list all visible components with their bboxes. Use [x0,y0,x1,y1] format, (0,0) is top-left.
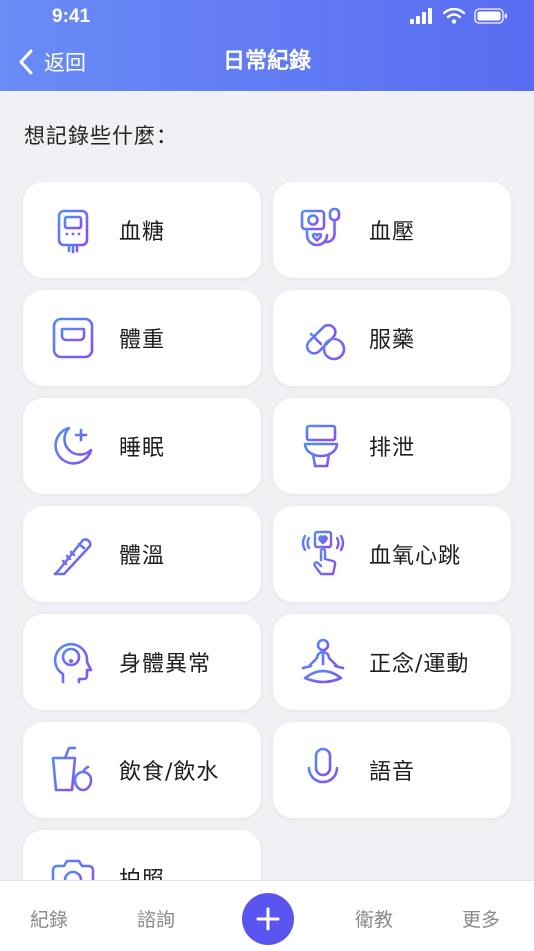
meditation-icon [301,638,345,684]
add-record-button[interactable] [242,893,294,945]
record-item-temperature[interactable]: 體溫 [23,506,261,602]
record-item-label: 睡眠 [119,436,166,461]
head-alert-icon [53,642,93,684]
record-item-photo[interactable]: 拍照 [23,830,261,880]
record-item-label: 血壓 [369,220,416,245]
tab-education[interactable]: 衛教 [355,905,393,932]
signal-icon [410,8,432,24]
record-item-medication[interactable]: 服藥 [273,290,511,386]
record-item-blood-glucose[interactable]: 血糖 [23,182,261,278]
record-item-blood-pressure[interactable]: 血壓 [273,182,511,278]
record-item-label: 語音 [369,760,416,785]
glucose-meter-icon [57,209,89,254]
page-title: 日常紀錄 [222,49,311,74]
record-item-label: 體重 [119,328,166,353]
moon-icon [54,426,93,465]
tab-consult[interactable]: 諮詢 [137,905,175,932]
battery-icon [474,8,507,24]
record-item-diet-water[interactable]: 飲食/飲水 [23,722,261,818]
record-item-label: 飲食/飲水 [119,760,220,785]
record-item-label: 血氧心跳 [369,544,462,569]
record-item-weight[interactable]: 體重 [23,290,261,386]
record-item-sleep[interactable]: 睡眠 [23,398,261,494]
oximeter-icon [301,530,345,576]
blood-pressure-icon [300,207,341,247]
tab-records[interactable]: 紀錄 [30,905,68,932]
camera-icon [51,859,95,880]
record-item-label: 服藥 [369,328,416,353]
record-item-voice[interactable]: 語音 [273,722,511,818]
record-item-label: 血糖 [119,220,166,245]
microphone-icon [307,747,339,793]
record-item-label: 體溫 [119,544,166,569]
header-bar: 9:41 返回 日常紀錄 [0,0,534,91]
scale-icon [52,317,94,359]
record-item-label: 拍照 [119,862,165,880]
tab-more[interactable]: 更多 [462,905,500,932]
pill-icon [305,323,346,361]
record-item-mindfulness-exercise[interactable]: 正念/運動 [273,614,511,710]
record-item-label: 身體異常 [119,652,212,677]
record-item-oxygen-heartrate[interactable]: 血氧心跳 [273,506,511,602]
record-item-label: 排泄 [369,436,416,461]
thermometer-icon [53,538,92,576]
record-type-grid: 血糖 血壓 體重 服藥 睡眠 排泄 體溫 血氧心跳 身體異常 正念/運動 飲食/… [0,182,534,880]
toilet-icon [303,424,341,468]
wifi-icon [443,8,465,24]
prompt-heading: 想記錄些什麼： [24,124,178,148]
record-item-body-abnormal[interactable]: 身體異常 [23,614,261,710]
status-time: 9:41 [52,6,91,27]
record-item-label: 正念/運動 [369,652,470,677]
food-drink-icon [51,746,93,792]
plus-icon [256,907,280,931]
record-item-excretion[interactable]: 排泄 [273,398,511,494]
status-icons [410,8,508,24]
